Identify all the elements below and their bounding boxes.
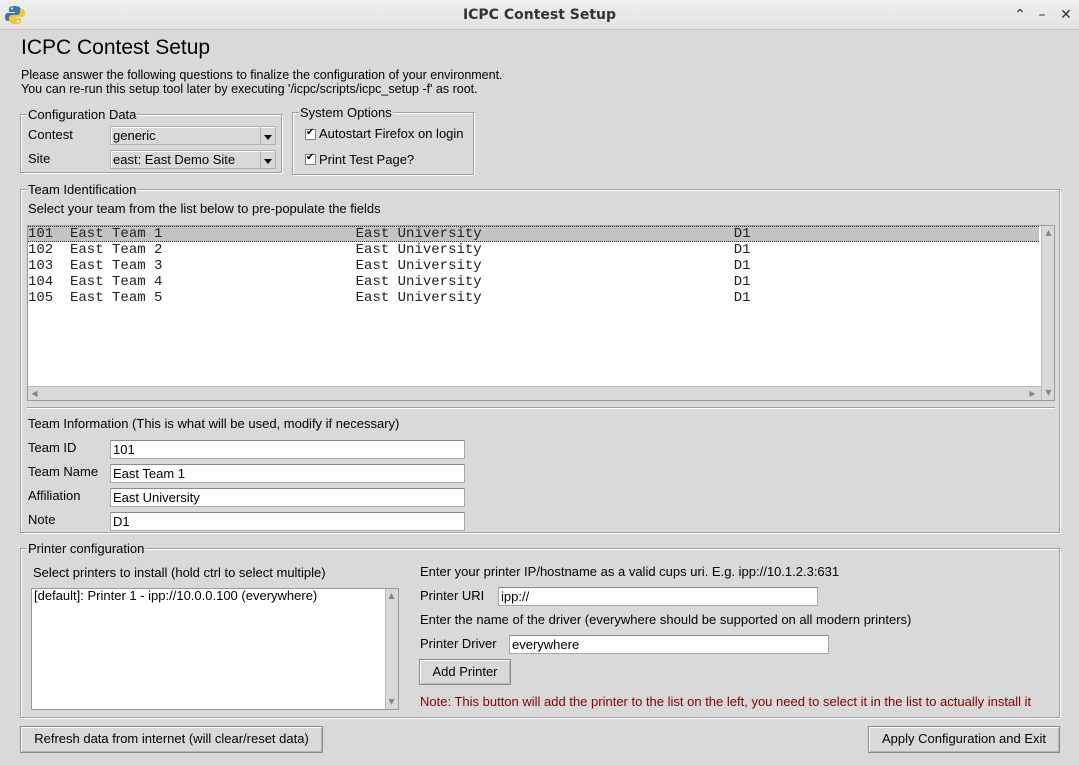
apply-configuration-button[interactable]: Apply Configuration and Exit (868, 726, 1060, 753)
printer-list-item[interactable]: [default]: Printer 1 - ipp://10.0.0.100 … (34, 589, 317, 604)
affiliation-field[interactable]: East University (110, 488, 465, 507)
minimize-icon[interactable]: – (1033, 6, 1051, 24)
scroll-up-icon[interactable]: ▲ (1043, 227, 1054, 238)
team-list-vertical-scrollbar[interactable]: ▲ ▼ (1041, 226, 1054, 400)
system-options-group: System Options Autostart Firefox on logi… (292, 105, 474, 175)
printer-driver-hint: Enter the name of the driver (everywhere… (420, 612, 912, 627)
team-list-item[interactable]: 101 East Team 1 East University D1 (28, 226, 1039, 242)
printer-listbox[interactable]: [default]: Printer 1 - ipp://10.0.0.100 … (31, 588, 399, 710)
team-listbox[interactable]: 101 East Team 1 East University D1 102 Ea… (27, 225, 1055, 401)
team-name-field[interactable]: East Team 1 (110, 464, 465, 483)
site-select[interactable]: east: East Demo Site (110, 150, 276, 169)
printer-uri-field[interactable]: ipp:// (498, 587, 818, 606)
contest-select[interactable]: generic (110, 126, 276, 145)
scroll-left-icon[interactable]: ◀ (29, 388, 40, 399)
configuration-data-legend: Configuration Data (27, 107, 138, 122)
refresh-data-button[interactable]: Refresh data from internet (will clear/r… (20, 726, 323, 753)
autostart-firefox-checkbox[interactable] (305, 127, 316, 140)
team-name-label: Team Name (28, 464, 99, 479)
chevron-down-icon[interactable] (260, 127, 275, 144)
contest-label: Contest (28, 127, 73, 142)
team-list-item[interactable]: 104 East Team 4 East University D1 (28, 274, 1039, 290)
team-list-item[interactable]: 103 East Team 3 East University D1 (28, 258, 1039, 274)
print-test-page-checkbox[interactable] (305, 152, 316, 165)
team-list-instructions: Select your team from the list below to … (28, 201, 381, 216)
close-icon[interactable]: ✕ (1057, 6, 1075, 24)
scroll-down-icon[interactable]: ▼ (1043, 387, 1054, 398)
team-identification-group: Team Identification Select your team fro… (20, 182, 1060, 533)
window-titlebar: ICPC Contest Setup ⌃ – ✕ (0, 0, 1079, 30)
add-printer-button[interactable]: Add Printer (419, 659, 511, 685)
select-printers-label: Select printers to install (hold ctrl to… (33, 565, 326, 580)
team-list-item[interactable]: 102 East Team 2 East University D1 (28, 242, 1039, 258)
system-options-legend: System Options (299, 105, 393, 120)
printer-configuration-group: Printer configuration Select printers to… (20, 541, 1060, 718)
team-id-field[interactable]: 101 (110, 440, 465, 459)
printer-note: Note: This button will add the printer t… (420, 694, 1032, 709)
printer-driver-field[interactable]: everywhere (509, 635, 829, 654)
printer-uri-label: Printer URI (420, 588, 485, 603)
contest-value: generic (113, 128, 156, 143)
team-list-horizontal-scrollbar[interactable]: ◀ ▶ (28, 386, 1041, 400)
affiliation-label: Affiliation (28, 488, 81, 503)
printer-configuration-legend: Printer configuration (27, 541, 146, 556)
printer-uri-hint: Enter your printer IP/hostname as a vali… (420, 564, 840, 579)
site-label: Site (28, 151, 51, 166)
team-info-heading: Team Information (This is what will be u… (28, 416, 400, 431)
intro-line-1: Please answer the following questions to… (21, 68, 503, 82)
page-title: ICPC Contest Setup (21, 36, 211, 59)
note-label: Note (28, 512, 56, 527)
team-identification-legend: Team Identification (27, 182, 138, 197)
scroll-down-icon[interactable]: ▼ (386, 696, 397, 707)
autostart-firefox-label[interactable]: Autostart Firefox on login (319, 126, 464, 141)
printer-driver-label: Printer Driver (420, 636, 497, 651)
chevron-down-icon[interactable] (260, 151, 275, 168)
team-list-item[interactable]: 105 East Team 5 East University D1 (28, 290, 1039, 306)
printer-list-scrollbar[interactable]: ▲ ▼ (385, 589, 398, 709)
team-id-label: Team ID (28, 440, 77, 455)
note-field[interactable]: D1 (110, 512, 465, 531)
site-value: east: East Demo Site (113, 152, 236, 167)
intro-text: Please answer the following questions to… (21, 68, 503, 96)
configuration-data-group: Configuration Data Contest generic Site … (20, 107, 282, 173)
team-info-separator (27, 407, 1055, 409)
window-title: ICPC Contest Setup (462, 7, 617, 23)
scroll-right-icon[interactable]: ▶ (1027, 388, 1038, 399)
print-test-page-label[interactable]: Print Test Page? (319, 152, 414, 167)
intro-line-2: You can re-run this setup tool later by … (21, 82, 478, 96)
scroll-up-icon[interactable]: ▲ (386, 590, 397, 601)
maximize-icon[interactable]: ⌃ (1011, 6, 1029, 24)
